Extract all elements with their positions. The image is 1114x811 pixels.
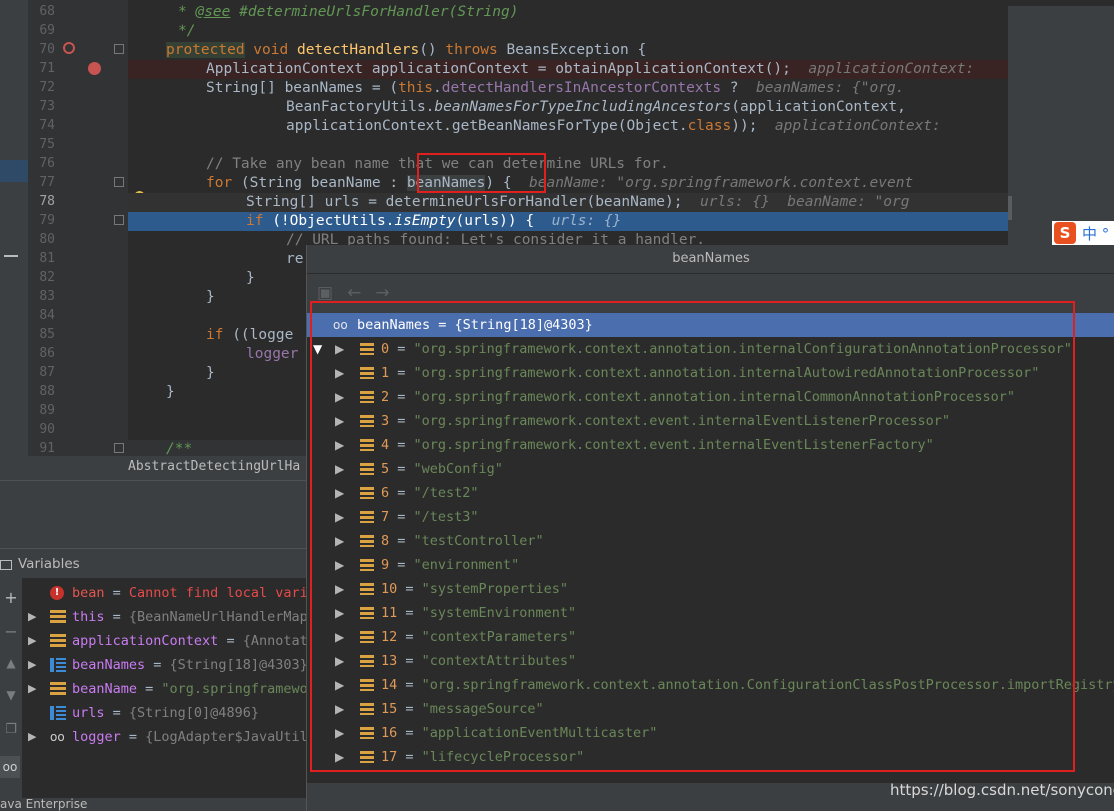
line-number: 71 [39, 61, 55, 76]
annotation-highlight-box [417, 153, 546, 193]
line-number: 79 [39, 213, 55, 228]
panel-top-edge [1008, 0, 1114, 6]
debug-frames-panel [0, 480, 306, 548]
annotation-highlight-box [310, 301, 1075, 772]
project-tool-selection [0, 160, 28, 182]
line-number: 90 [39, 422, 55, 437]
expand-arrow-icon[interactable]: ▶ [28, 605, 36, 629]
field-icon [50, 682, 66, 696]
field-icon [50, 610, 66, 624]
copy-icon[interactable]: ❐ [3, 722, 19, 737]
code-line: applicationContext.getBeanNamesForType(O… [286, 118, 941, 134]
code-line: BeanFactoryUtils.beanNamesForTypeIncludi… [286, 99, 906, 115]
code-line: * @see #determineUrlsForHandler(String) [178, 4, 519, 20]
move-down-icon[interactable]: ▼ [3, 688, 19, 702]
breakpoint-method-icon[interactable] [63, 42, 75, 54]
variable-row[interactable]: ▶ this = {BeanNameUrlHandlerMap [22, 605, 306, 629]
editor-scrollbar[interactable] [1008, 196, 1012, 220]
expand-arrow-icon[interactable]: ▶ [28, 725, 36, 749]
code-line: protected void detectHandlers() throws B… [166, 42, 647, 58]
popup-title[interactable]: beanNames [307, 245, 1114, 274]
move-up-icon[interactable]: ▲ [3, 656, 19, 670]
line-number: 75 [39, 137, 55, 152]
fold-icon[interactable] [114, 44, 124, 54]
remove-watch-icon[interactable]: − [3, 622, 19, 641]
error-icon: ! [50, 586, 64, 600]
status-bar: ava Enterprise [0, 798, 306, 811]
code-line: String[] beanNames = (this.detectHandler… [206, 80, 905, 96]
array-icon [50, 706, 66, 720]
variable-row[interactable]: urls = {String[0]@4896} [22, 701, 306, 725]
variable-row[interactable]: ▶ beanNames = {String[18]@4303} [22, 653, 306, 677]
variables-icon [0, 560, 12, 570]
line-number: 70 [39, 42, 55, 57]
line-number: 69 [39, 23, 55, 38]
forward-arrow-icon[interactable]: → [375, 283, 389, 303]
field-icon [50, 634, 66, 648]
add-watch-icon[interactable]: + [3, 588, 19, 607]
line-number: 89 [39, 403, 55, 418]
variable-row[interactable]: ▶ oo logger = {LogAdapter$JavaUtil [22, 725, 306, 749]
folder-icon[interactable]: ▣ [317, 283, 333, 303]
line-number-current: 78 [39, 194, 55, 209]
collapse-icon[interactable] [4, 255, 18, 257]
line-number: 87 [39, 365, 55, 380]
ime-logo-icon: S [1054, 222, 1076, 244]
ime-mode-label[interactable]: 中 ° [1082, 223, 1109, 244]
expand-arrow-icon[interactable]: ▶ [28, 653, 36, 677]
variable-row[interactable]: ! bean = Cannot find local vari [22, 581, 306, 605]
fold-icon[interactable] [114, 215, 124, 225]
line-number: 74 [39, 118, 55, 133]
line-number: 77 [39, 175, 55, 190]
code-line-breakpoint: ApplicationContext applicationContext = … [128, 60, 1008, 79]
breadcrumb[interactable]: AbstractDetectingUrlHa [128, 459, 300, 474]
line-number: 84 [39, 308, 55, 323]
line-number: 73 [39, 99, 55, 114]
show-watches-icon[interactable]: oo [0, 756, 20, 778]
line-number: 81 [39, 251, 55, 266]
line-number: 88 [39, 384, 55, 399]
status-text[interactable]: ava Enterprise [0, 798, 87, 811]
variables-tree[interactable]: ! bean = Cannot find local vari ▶ this =… [22, 578, 306, 798]
watch-icon: oo [50, 730, 65, 744]
code-line-current: String[] urls = determineUrlsForHandler(… [128, 193, 1008, 212]
line-number: 68 [39, 4, 55, 19]
code-line: // Take any bean name that we can determ… [206, 156, 669, 172]
breadcrumb-bar: AbstractDetectingUrlHa [0, 456, 306, 480]
variables-toolbar: + − ▲ ▼ ❐ oo [0, 578, 22, 798]
line-number: 82 [39, 270, 55, 285]
back-arrow-icon[interactable]: ← [347, 283, 361, 303]
variables-header: Variables [0, 548, 306, 578]
expand-arrow-icon[interactable]: ▶ [28, 677, 36, 701]
variable-row[interactable]: ▶ beanName = "org.springframewo [22, 677, 306, 701]
project-tool-strip [0, 0, 28, 480]
variables-title: Variables [18, 556, 80, 572]
code-line: for (String beanName : beanNames) { bean… [206, 175, 914, 191]
variable-row[interactable]: ▶ applicationContext = {Annotat [22, 629, 306, 653]
array-icon [50, 658, 66, 672]
line-number: 76 [39, 156, 55, 171]
fold-icon[interactable] [114, 177, 124, 187]
line-number: 72 [39, 80, 55, 95]
fold-icon[interactable] [114, 443, 124, 453]
expand-arrow-icon[interactable]: ▶ [28, 629, 36, 653]
line-number: 83 [39, 289, 55, 304]
line-number: 86 [39, 346, 55, 361]
line-number: 85 [39, 327, 55, 342]
line-number: 80 [39, 232, 55, 247]
watermark: https://blog.csdn.net/sonycong [890, 781, 1114, 799]
right-tool-panel [1008, 0, 1114, 245]
ime-toolbar[interactable]: S 中 ° [1052, 221, 1114, 245]
code-line: */ [178, 23, 196, 39]
breakpoint-icon[interactable] [88, 62, 101, 75]
code-line-execution-point: if (!ObjectUtils.isEmpty(urls)) { urls: … [128, 212, 1008, 231]
